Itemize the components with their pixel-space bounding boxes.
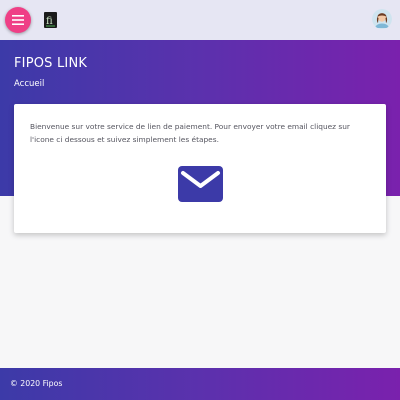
mail-icon [178, 166, 223, 202]
breadcrumb-home[interactable]: Accueil [14, 79, 44, 89]
top-app-bar: fi [0, 0, 400, 40]
hamburger-icon [12, 15, 24, 25]
welcome-text: Bienvenue sur votre service de lien de p… [30, 122, 350, 144]
welcome-card: Bienvenue sur votre service de lien de p… [14, 104, 386, 233]
send-email-button[interactable] [178, 166, 223, 202]
menu-button[interactable] [5, 7, 31, 33]
logo-text: fi [46, 16, 53, 27]
copyright-text: © 2020 Fipos [10, 379, 63, 388]
page-title: FIPOS LINK [14, 56, 88, 71]
user-avatar-icon[interactable] [372, 9, 392, 29]
fipos-logo-icon: fi [44, 12, 57, 28]
footer: © 2020 Fipos [0, 368, 400, 400]
